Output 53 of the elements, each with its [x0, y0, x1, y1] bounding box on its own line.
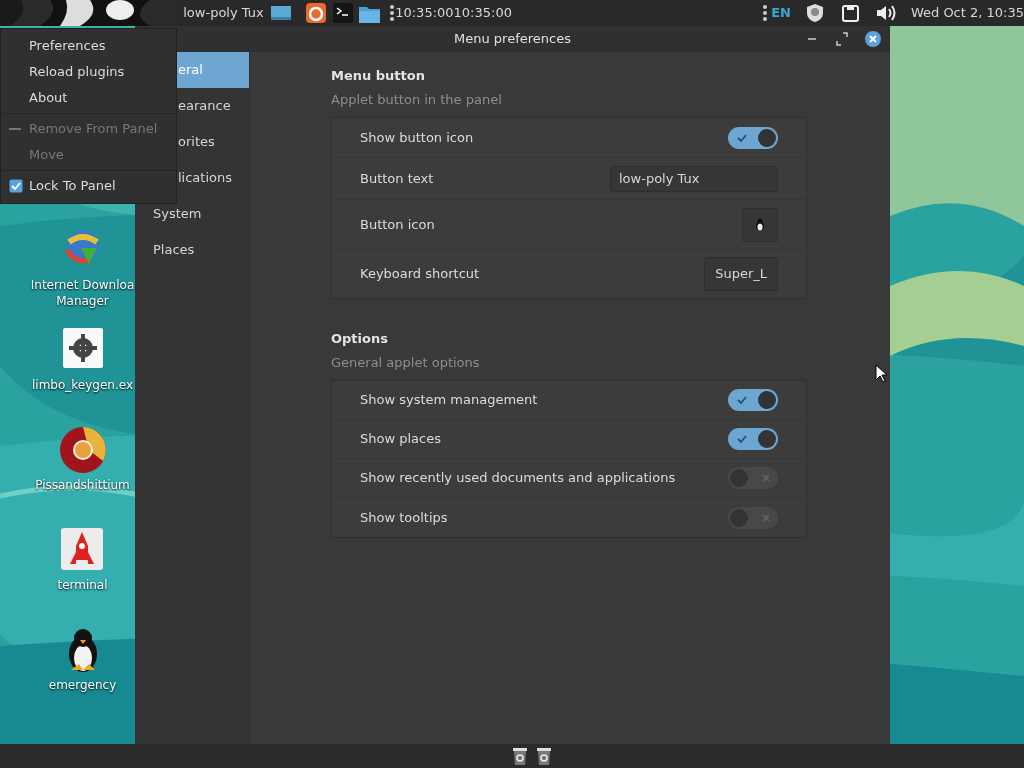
toggle-switch[interactable]	[728, 126, 778, 149]
menu-button[interactable]: low-poly Tux	[183, 3, 264, 23]
checkbox[interactable]	[9, 179, 23, 193]
clock-text: 10:35:0010:35:00	[395, 4, 512, 23]
keyboard-layout-indicator[interactable]: EN	[771, 3, 791, 23]
window-title: Menu preferences	[454, 30, 571, 49]
date-time[interactable]: Wed Oct 2, 10:35	[910, 3, 1024, 23]
desktop-icon-label[interactable]: emergency	[48, 677, 117, 694]
toggle-switch[interactable]	[728, 428, 778, 450]
handle-icon[interactable]	[389, 3, 396, 23]
launcher-icon[interactable]	[306, 3, 327, 23]
handle-icon[interactable]	[761, 3, 768, 23]
section-subtitle: General applet options	[331, 353, 481, 372]
setting-label: Show system management	[360, 391, 538, 410]
desktop-icon-label[interactable]: Internet Downloa Manager	[30, 277, 135, 310]
sidebar-item[interactable]: Places	[135, 232, 249, 268]
trash-icon[interactable]	[535, 746, 554, 766]
toggle-switch[interactable]	[728, 506, 778, 529]
close-icon[interactable]	[864, 30, 882, 48]
workspace-icon[interactable]	[270, 3, 293, 23]
browser-icon[interactable]	[58, 426, 107, 474]
section-title: Menu button	[331, 67, 426, 85]
toggle-switch[interactable]	[728, 389, 778, 411]
cross-icon	[760, 472, 772, 484]
shield-icon[interactable]	[804, 3, 825, 23]
cursor-icon	[875, 364, 889, 384]
section-subtitle: Applet button in the panel	[331, 90, 503, 109]
setting-label: Keyboard shortcut	[360, 265, 480, 284]
dash-icon	[9, 126, 21, 132]
penguin-icon	[755, 217, 765, 232]
terminal-icon[interactable]	[333, 3, 354, 23]
setting-label: Show tooltips	[360, 508, 448, 527]
trash-icon[interactable]	[510, 746, 529, 766]
setting-label: Show recently used documents and applications	[360, 469, 676, 488]
volume-icon[interactable]	[874, 3, 897, 23]
cross-icon	[760, 511, 772, 524]
setting-label: Button icon	[360, 215, 435, 234]
window-icon[interactable]	[840, 3, 860, 23]
check-icon	[736, 394, 748, 406]
setting-label: Show button icon	[360, 128, 474, 147]
toggle-switch[interactable]	[728, 467, 778, 489]
check-icon	[736, 433, 748, 445]
sidebar-item[interactable]: System	[135, 196, 249, 232]
section-title: Options	[331, 330, 389, 348]
text-field[interactable]: low-poly Tux	[610, 165, 778, 192]
menu-item[interactable]: Lock To Panel	[1, 173, 176, 199]
setting-label: Button text	[360, 169, 434, 188]
maximize-icon[interactable]	[834, 30, 850, 48]
shortcut-button[interactable]: Super_L	[704, 257, 778, 291]
desktop-icon-label[interactable]: limbo_keygen.ex	[32, 377, 133, 394]
icon-button[interactable]	[742, 207, 778, 242]
setting-label: Show places	[360, 430, 441, 449]
menu-item[interactable]: About	[1, 85, 176, 111]
